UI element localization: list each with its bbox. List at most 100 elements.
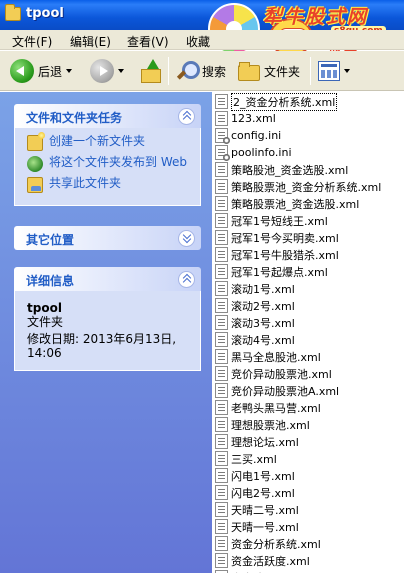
file-name: 滚动2号.xml <box>231 299 295 313</box>
file-item[interactable]: config.ini <box>215 127 281 144</box>
file-item[interactable]: 三买.xml <box>215 450 277 467</box>
detail-folder-name: tpool <box>27 301 62 315</box>
folders-icon <box>238 61 260 81</box>
xml-file-icon <box>215 434 228 449</box>
file-item[interactable]: 资金分析系统.xml <box>215 535 321 552</box>
file-item[interactable]: 天晴一号.xml <box>215 518 299 535</box>
file-name: 冠军1号短线王.xml <box>231 214 328 228</box>
xml-file-icon <box>215 94 228 109</box>
file-item[interactable]: 滚动2号.xml <box>215 297 295 314</box>
file-item[interactable]: 竞价异动股票池A.xml <box>215 382 339 399</box>
file-item[interactable]: 冠军1号短线王.xml <box>215 212 328 229</box>
xml-file-icon <box>215 349 228 364</box>
file-item[interactable]: 闪电2号.xml <box>215 484 295 501</box>
file-name: 闪电1号.xml <box>231 469 295 483</box>
file-item[interactable]: 资金活跃度.xml <box>215 552 310 569</box>
xml-file-icon <box>215 179 228 194</box>
task-share-folder[interactable]: 共享此文件夹 <box>27 176 188 193</box>
file-name: 黑马全息股池.xml <box>231 350 321 364</box>
back-dropdown-icon[interactable] <box>66 69 73 73</box>
file-name: 冠军1号起爆点.xml <box>231 265 328 279</box>
xml-file-icon <box>215 536 228 551</box>
file-item[interactable]: 竞价异动股票池.xml <box>215 365 332 382</box>
file-item[interactable]: 123.xml <box>215 110 276 127</box>
menu-file[interactable]: 文件(F) <box>12 33 52 50</box>
toolbar-separator <box>310 57 311 85</box>
file-name: 滚动3号.xml <box>231 316 295 330</box>
other-places-panel: 其它位置 <box>14 226 201 250</box>
folders-label: 文件夹 <box>264 64 301 79</box>
views-button[interactable] <box>318 55 350 87</box>
file-item[interactable]: 资金选股.xml <box>215 569 299 573</box>
xml-file-icon <box>215 400 228 415</box>
task-label[interactable]: 共享此文件夹 <box>49 176 121 190</box>
xml-file-icon <box>215 553 228 568</box>
file-item[interactable]: 理想论坛.xml <box>215 433 299 450</box>
views-dropdown-icon[interactable] <box>344 69 350 73</box>
menu-bar: 文件(F) 编辑(E) 查看(V) 收藏 <box>0 30 404 50</box>
file-name: 策略股票池_资金选股.xml <box>231 197 360 211</box>
file-name: 策略股池_资金选股.xml <box>231 163 349 177</box>
xml-file-icon <box>215 417 228 432</box>
ini-file-icon <box>215 128 230 144</box>
back-label: 后退 <box>38 64 63 79</box>
task-publish-web[interactable]: 将这个文件夹发布到 Web <box>27 155 188 172</box>
xml-file-icon <box>215 230 228 245</box>
file-item[interactable]: 闪电1号.xml <box>215 467 295 484</box>
detail-modified-date: 修改日期: 2013年6月13日, 14:06 <box>27 332 177 360</box>
xml-file-icon <box>215 502 228 517</box>
file-name: 123.xml <box>231 112 276 125</box>
other-places-header[interactable]: 其它位置 <box>14 226 201 250</box>
file-item[interactable]: 黑马全息股池.xml <box>215 348 321 365</box>
file-name: 资金分析系统.xml <box>231 537 321 551</box>
file-name: 闪电2号.xml <box>231 486 295 500</box>
file-name: 天晴二号.xml <box>231 503 299 517</box>
up-folder-button[interactable] <box>140 55 162 87</box>
file-list[interactable]: 2_资金分析系统.xml 123.xml config.ini poolinfo.in… <box>212 92 404 573</box>
file-item[interactable]: 策略股池_资金选股.xml <box>215 161 348 178</box>
expand-chevron-icon[interactable] <box>178 230 195 247</box>
detail-folder-type: 文件夹 <box>27 315 64 329</box>
xml-file-icon <box>215 315 228 330</box>
menu-view[interactable]: 查看(V) <box>127 33 169 50</box>
file-tasks-panel: 文件和文件夹任务 创建一个新文件夹 将这个文件夹发布到 Web 共享此文件夹 <box>14 104 201 206</box>
web-publish-icon <box>27 156 43 172</box>
back-button[interactable]: 后退 <box>10 55 73 87</box>
toolbar: 后退 搜索 文件夹 <box>0 51 404 91</box>
file-item[interactable]: 冠军1号今买明卖.xml <box>215 229 339 246</box>
menu-favorites[interactable]: 收藏 <box>186 33 210 50</box>
xml-file-icon <box>215 519 228 534</box>
file-item[interactable]: 滚动3号.xml <box>215 314 295 331</box>
forward-button[interactable] <box>90 55 124 87</box>
file-item[interactable]: 理想股票池.xml <box>215 416 310 433</box>
forward-dropdown-icon[interactable] <box>118 69 124 73</box>
file-item[interactable]: 策略股票池_资金分析系统.xml <box>215 178 381 195</box>
xml-file-icon <box>215 264 228 279</box>
new-folder-icon <box>27 132 45 151</box>
file-name: config.ini <box>231 129 282 142</box>
folders-button[interactable]: 文件夹 <box>238 55 300 87</box>
details-header[interactable]: 详细信息 <box>14 267 201 291</box>
task-label[interactable]: 创建一个新文件夹 <box>49 134 145 148</box>
file-item[interactable]: 天晴二号.xml <box>215 501 299 518</box>
toolbar-separator <box>168 57 169 85</box>
search-button[interactable]: 搜索 <box>176 55 226 87</box>
file-item[interactable]: 2_资金分析系统.xml <box>215 92 338 111</box>
collapse-chevron-icon[interactable] <box>178 271 195 288</box>
task-label[interactable]: 将这个文件夹发布到 Web <box>49 155 187 169</box>
menu-edit[interactable]: 编辑(E) <box>70 33 111 50</box>
file-name: 竞价异动股票池A.xml <box>231 384 340 398</box>
file-name: 竞价异动股票池.xml <box>231 367 332 381</box>
file-item[interactable]: 老鸭头黑马营.xml <box>215 399 321 416</box>
file-item[interactable]: poolinfo.ini <box>215 144 292 161</box>
xml-file-icon <box>215 332 228 347</box>
file-item[interactable]: 滚动1号.xml <box>215 280 295 297</box>
file-item[interactable]: 冠军1号起爆点.xml <box>215 263 328 280</box>
file-tasks-header[interactable]: 文件和文件夹任务 <box>14 104 201 128</box>
file-name: 冠军1号今买明卖.xml <box>231 231 339 245</box>
task-new-folder[interactable]: 创建一个新文件夹 <box>27 132 188 151</box>
file-item[interactable]: 冠军1号牛股猎杀.xml <box>215 246 339 263</box>
file-item[interactable]: 滚动4号.xml <box>215 331 295 348</box>
collapse-chevron-icon[interactable] <box>178 108 195 125</box>
file-item[interactable]: 策略股票池_资金选股.xml <box>215 195 359 212</box>
